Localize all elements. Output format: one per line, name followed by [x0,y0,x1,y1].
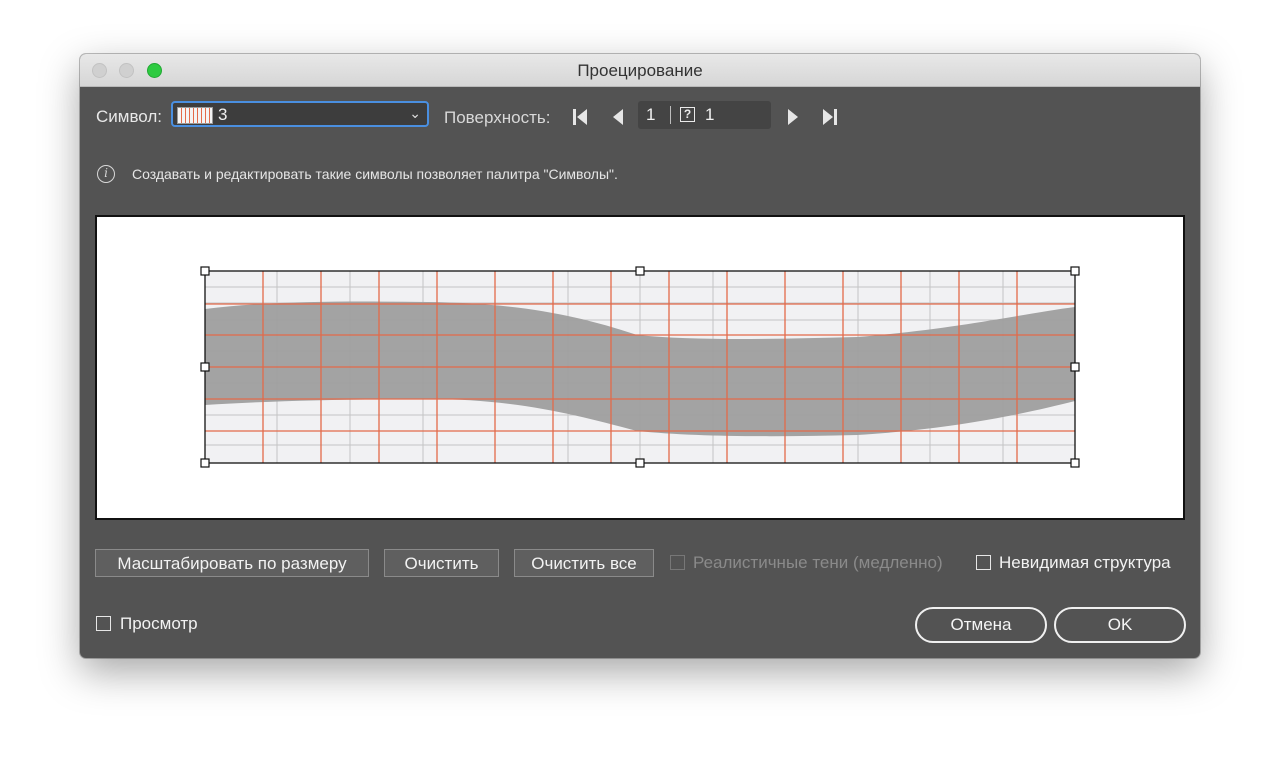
next-page-icon [788,109,798,125]
handle-middle-left[interactable] [200,362,210,372]
projection-dialog: Проецирование Символ: 3 ⌄ Поверхность: 1… [80,54,1200,658]
symbol-select[interactable]: 3 ⌄ [171,101,429,127]
handle-top-left[interactable] [200,266,210,276]
handle-top-right[interactable] [1070,266,1080,276]
handle-bottom-right[interactable] [1070,458,1080,468]
first-surface-button[interactable] [571,107,589,127]
ok-button[interactable]: OK [1054,607,1186,643]
surface-separator [670,106,671,124]
surface-label: Поверхность: [444,108,551,127]
handle-middle-right[interactable] [1070,362,1080,372]
symbol-map-canvas[interactable] [97,217,1183,518]
prev-page-icon [613,109,623,125]
realistic-shadows-checkbox[interactable] [670,555,685,570]
dialog-title: Проецирование [577,61,703,80]
symbol-value: 3 [218,105,228,124]
realistic-shadows-label: Реалистичные тени (медленно) [693,553,943,572]
last-page-icon [823,109,837,125]
last-surface-button[interactable] [821,107,839,127]
surface-page-field[interactable]: 1 ? 1 [638,101,771,129]
mapping-preview[interactable] [95,215,1185,520]
invisible-geometry-label: Невидимая структура [999,553,1171,572]
info-message: Создавать и редактировать такие символы … [132,166,618,182]
handle-bottom-left[interactable] [200,458,210,468]
unknown-page-icon: ? [680,107,695,122]
symbol-label: Символ: [96,107,163,126]
handle-top-center[interactable] [635,266,645,276]
handle-bottom-center[interactable] [635,458,645,468]
previous-surface-button[interactable] [610,107,628,127]
scale-to-fit-button[interactable]: Масштабировать по размеру [95,549,369,577]
invisible-geometry-checkbox[interactable] [976,555,991,570]
clear-button[interactable]: Очистить [384,549,499,577]
preview-checkbox[interactable] [96,616,111,631]
first-page-icon [573,109,587,125]
info-icon: i [97,165,115,183]
next-surface-button[interactable] [784,107,802,127]
clear-all-button[interactable]: Очистить все [514,549,654,577]
surface-current: 1 [646,105,656,124]
symbol-thumbnail [177,107,213,124]
title-bar[interactable]: Проецирование [80,54,1200,87]
chevron-down-icon: ⌄ [409,105,421,121]
preview-label: Просмотр [120,614,198,633]
cancel-button[interactable]: Отмена [915,607,1047,643]
surface-total: 1 [705,105,715,124]
